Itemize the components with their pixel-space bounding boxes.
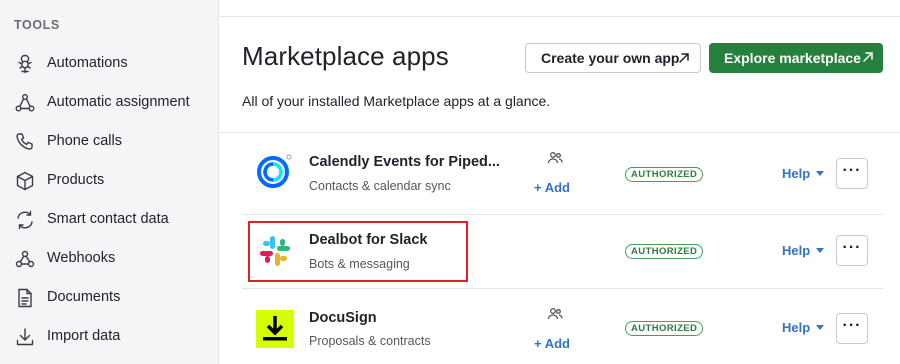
app-row-calendly: Calendly Events for Piped... Contacts & … bbox=[242, 133, 883, 214]
status-badge: AUTHORIZED bbox=[625, 321, 704, 336]
explore-marketplace-button-label: Explore marketplace bbox=[724, 50, 861, 66]
sidebar-item-documents[interactable]: Documents bbox=[0, 278, 218, 316]
external-link-icon bbox=[861, 50, 875, 67]
create-app-button[interactable]: Create your own app bbox=[525, 43, 701, 73]
document-icon bbox=[14, 287, 36, 309]
sidebar-item-label: Documents bbox=[47, 289, 121, 305]
external-link-icon bbox=[677, 51, 691, 68]
more-options-button[interactable]: ··· bbox=[836, 235, 868, 266]
sync-icon bbox=[14, 209, 36, 231]
sidebar-item-label: Automations bbox=[47, 55, 128, 71]
help-label: Help bbox=[782, 243, 811, 258]
caret-down-icon bbox=[816, 171, 825, 176]
add-users-link[interactable]: + Add bbox=[534, 336, 570, 351]
sidebar-item-import-data[interactable]: Import data bbox=[0, 317, 218, 355]
users-icon bbox=[547, 151, 563, 170]
sidebar-item-label: Webhooks bbox=[47, 250, 116, 266]
explore-marketplace-button[interactable]: Explore marketplace bbox=[709, 43, 883, 73]
sidebar-item-smart-contact-data[interactable]: Smart contact data bbox=[0, 200, 218, 238]
sidebar-item-webhooks[interactable]: Webhooks bbox=[0, 239, 218, 277]
app-category: Contacts & calendar sync bbox=[309, 179, 451, 193]
sidebar-item-automatic-assignment[interactable]: Automatic assignment bbox=[0, 83, 218, 121]
webhook-icon bbox=[14, 248, 36, 270]
help-dropdown[interactable]: Help bbox=[782, 243, 825, 258]
users-icon bbox=[547, 307, 563, 326]
top-divider bbox=[220, 16, 900, 17]
sidebar-item-label: Smart contact data bbox=[47, 211, 169, 227]
sidebar-item-automations[interactable]: Automations bbox=[0, 44, 218, 82]
add-users-link[interactable]: + Add bbox=[534, 180, 570, 195]
sidebar-item-phone-calls[interactable]: Phone calls bbox=[0, 122, 218, 160]
box-icon bbox=[14, 170, 36, 192]
help-dropdown[interactable]: Help bbox=[782, 320, 825, 335]
sidebar-item-label: Import data bbox=[47, 328, 121, 344]
sidebar-item-label: Products bbox=[47, 172, 105, 188]
import-icon bbox=[14, 326, 36, 348]
calendly-logo-icon bbox=[257, 153, 293, 189]
page-title: Marketplace apps bbox=[242, 41, 449, 71]
app-name[interactable]: DocuSign bbox=[309, 310, 377, 326]
sidebar-item-label: Phone calls bbox=[47, 133, 122, 149]
sidebar-heading: TOOLS bbox=[14, 18, 60, 32]
caret-down-icon bbox=[816, 248, 825, 253]
sidebar-item-label: Automatic assignment bbox=[47, 94, 190, 110]
more-options-button[interactable]: ··· bbox=[836, 158, 868, 189]
help-dropdown[interactable]: Help bbox=[782, 166, 825, 181]
status-badge: AUTHORIZED bbox=[625, 244, 704, 259]
app-row-docusign: DocuSign Proposals & contracts + Add AUT… bbox=[242, 289, 883, 364]
sidebar-item-products[interactable]: Products bbox=[0, 161, 218, 199]
app-name[interactable]: Calendly Events for Piped... bbox=[309, 154, 500, 170]
help-label: Help bbox=[782, 320, 811, 335]
automations-icon bbox=[14, 53, 36, 75]
help-label: Help bbox=[782, 166, 811, 181]
more-options-button[interactable]: ··· bbox=[836, 313, 868, 344]
caret-down-icon bbox=[816, 325, 825, 330]
app-category: Proposals & contracts bbox=[309, 334, 431, 348]
sidebar: TOOLS Automations Automatic assignment P… bbox=[0, 0, 219, 364]
assignment-icon bbox=[14, 92, 36, 114]
page-subtitle: All of your installed Marketplace apps a… bbox=[242, 93, 551, 109]
status-badge: AUTHORIZED bbox=[625, 167, 704, 182]
highlight-annotation bbox=[248, 221, 468, 282]
create-app-button-label: Create your own app bbox=[541, 50, 680, 66]
phone-icon bbox=[14, 131, 36, 153]
docusign-logo-icon bbox=[256, 310, 294, 348]
